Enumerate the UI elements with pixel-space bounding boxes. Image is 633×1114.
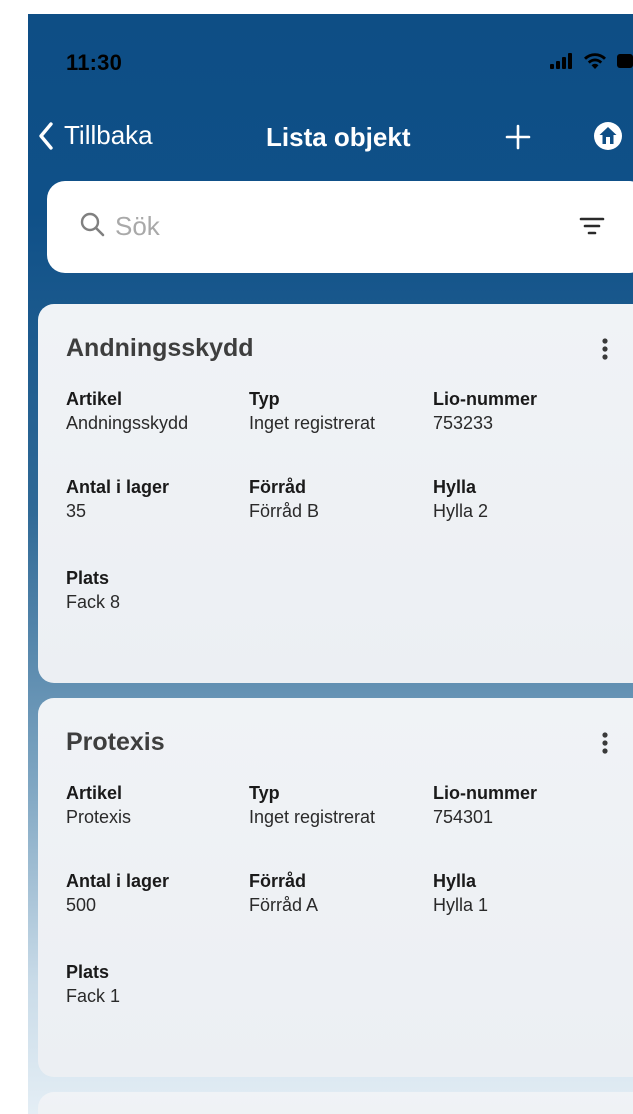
plus-icon [505,124,531,150]
field-lio-nummer: Lio-nummer 753233 [433,388,613,434]
field-value: Förråd B [249,501,320,521]
field-value: 754301 [433,807,494,827]
back-button[interactable]: Tillbaka [38,120,153,151]
list-item[interactable]: Protexis Artikel Protexis Typ Inget regi… [38,698,633,1077]
wifi-icon [584,53,606,69]
field-label: Lio-nummer [433,783,538,803]
status-time: 11:30 [66,50,123,75]
field-label: Plats [66,568,110,588]
cellular-signal-icon [550,53,572,69]
field-value: Inget registrerat [249,413,376,433]
field-typ: Typ Inget registrerat [249,388,429,434]
more-vertical-icon[interactable] [595,728,615,762]
field-value: Fack 1 [66,986,121,1006]
field-forrad: Förråd Förråd B [249,476,429,522]
search-input[interactable] [113,205,537,247]
field-value: Förråd A [249,895,319,915]
item-title: Protexis [66,728,165,756]
field-label: Förråd [249,871,307,891]
field-forrad: Förråd Förråd A [249,870,429,916]
navigation-bar: Tillbaka Lista objekt [28,114,633,164]
field-value: 500 [66,895,97,915]
field-value: Hylla 2 [433,501,489,521]
more-vertical-icon[interactable] [595,334,615,368]
back-label: Tillbaka [64,120,153,150]
field-label: Hylla [433,871,477,891]
page-title: Lista objekt [266,122,411,152]
search-icon [80,212,105,237]
field-label: Lio-nummer [433,389,538,409]
field-typ: Typ Inget registrerat [249,782,429,828]
status-bar: 11:30 [28,14,633,104]
field-value: Andningsskydd [66,413,189,433]
field-label: Förråd [249,477,307,497]
field-label: Antal i lager [66,871,170,891]
filter-icon[interactable] [577,211,607,239]
field-value: 35 [66,501,87,521]
chevron-left-icon [39,121,53,150]
field-value: Fack 8 [66,592,121,612]
home-button[interactable] [588,116,628,156]
add-button[interactable] [500,116,536,156]
field-hylla: Hylla Hylla 1 [433,870,613,916]
list-item[interactable] [38,1092,633,1114]
field-hylla: Hylla Hylla 2 [433,476,613,522]
field-label: Artikel [66,783,123,803]
field-label: Plats [66,962,110,982]
field-value: Inget registrerat [249,807,376,827]
app-screen: 11:30 Tillbaka Lista objekt Sök Andnings… [28,14,633,1114]
field-artikel: Artikel Andningsskydd [66,388,246,434]
list-item[interactable]: Andningsskydd Artikel Andningsskydd Typ … [38,304,633,683]
battery-icon [617,54,633,68]
field-antal-i-lager: Antal i lager 500 [66,870,246,916]
status-icons [549,52,633,70]
field-value: Protexis [66,807,132,827]
field-value: Hylla 1 [433,895,489,915]
field-plats: Plats Fack 8 [66,567,246,613]
field-label: Hylla [433,477,477,497]
field-lio-nummer: Lio-nummer 754301 [433,782,613,828]
search-bar [47,181,633,273]
field-value: 753233 [433,413,494,433]
field-label: Artikel [66,389,123,409]
field-label: Antal i lager [66,477,170,497]
field-label: Typ [249,783,280,803]
field-artikel: Artikel Protexis [66,782,246,828]
field-plats: Plats Fack 1 [66,961,246,1007]
item-title: Andningsskydd [66,334,254,362]
field-label: Typ [249,389,280,409]
home-icon [594,122,622,150]
field-antal-i-lager: Antal i lager 35 [66,476,246,522]
